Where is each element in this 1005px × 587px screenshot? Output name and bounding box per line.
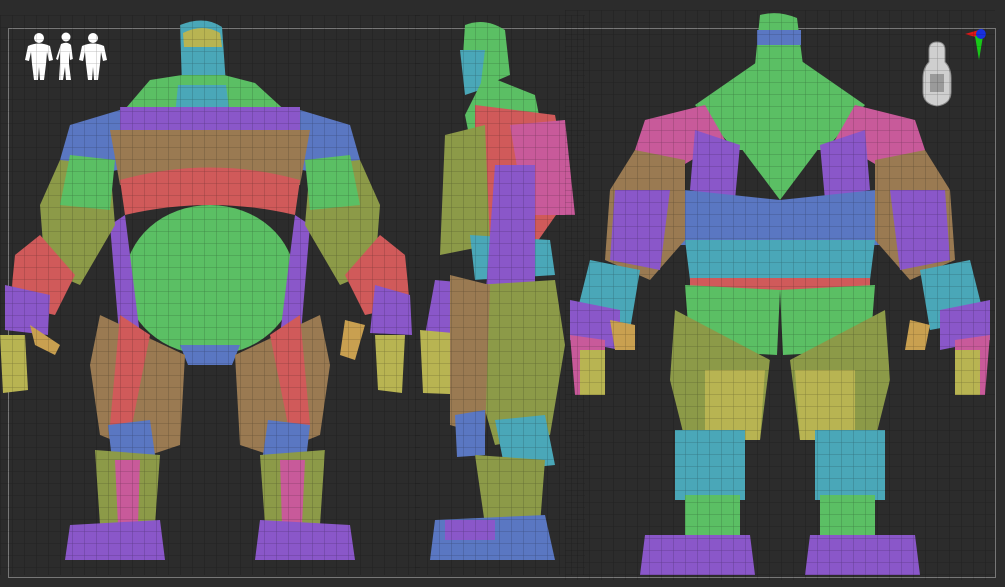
canvas-viewport[interactable] bbox=[0, 0, 1005, 587]
model-front-view[interactable] bbox=[0, 15, 420, 575]
model-side-view[interactable] bbox=[415, 15, 585, 575]
model-back-view[interactable] bbox=[565, 10, 995, 580]
